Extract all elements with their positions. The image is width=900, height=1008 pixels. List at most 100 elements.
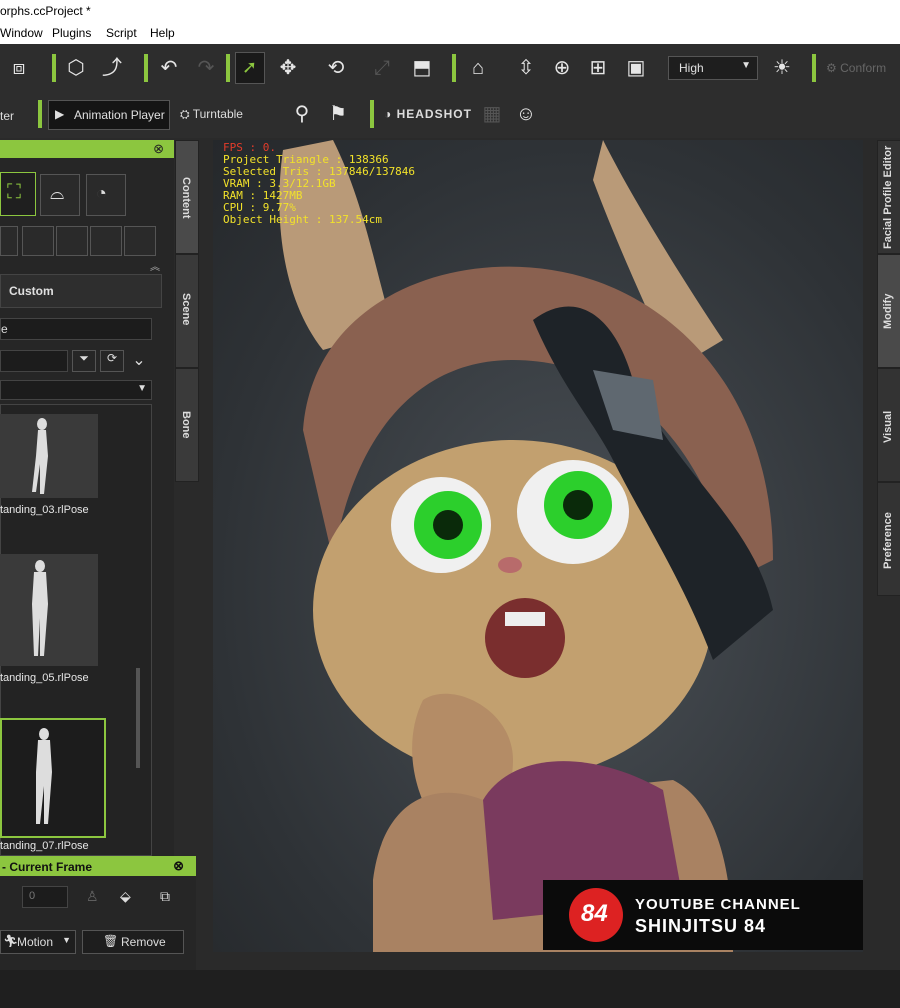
mesh-icon[interactable]: ▦ — [478, 104, 506, 124]
figure-thumbnail-image — [32, 560, 48, 656]
tab-visual-label: Visual — [882, 410, 894, 443]
turntable-button[interactable]: ⛭ Turntable — [180, 107, 243, 122]
fit-height-icon[interactable]: ⇳ — [512, 58, 540, 78]
scene-category-button[interactable]: ⌓ — [40, 174, 80, 216]
remove-label: Remove — [121, 935, 166, 949]
toolbar-separator — [812, 54, 816, 82]
close-icon[interactable]: ⊗ — [173, 858, 184, 874]
fit-icon[interactable]: ⊕ — [548, 58, 576, 78]
sort-select[interactable]: ▼ — [0, 380, 152, 400]
channel-watermark: 84 YOUTUBE CHANNEL SHINJITSU 84 — [543, 880, 863, 950]
select-tool-button[interactable]: ➚ — [235, 52, 265, 84]
tab-content-label: Content — [180, 177, 192, 219]
figure-icon[interactable]: ♙ — [86, 888, 99, 905]
watermark-line1: YOUTUBE CHANNEL — [635, 896, 801, 913]
face-icon[interactable]: ☺ — [512, 104, 540, 124]
toolbar-separator — [38, 100, 42, 128]
frame-icon[interactable]: ⊞ — [584, 58, 612, 78]
watermark-line2: SHINJITSU 84 — [635, 916, 767, 936]
motion-button[interactable]: 🏃︎ Motion ▼ — [0, 930, 76, 954]
chevron-down-icon: ▼ — [741, 60, 751, 71]
conform-button[interactable]: ⚙ Conform — [826, 61, 886, 75]
home-icon[interactable]: ⌂ — [464, 58, 492, 78]
motion-icon: 🏃︎ — [3, 934, 19, 948]
custom-tab-label: Custom — [9, 284, 54, 298]
toolbar-separator — [144, 54, 148, 82]
folder-path-field[interactable]: e — [0, 318, 152, 340]
current-frame-title: - Current Frame — [2, 860, 93, 874]
frame-field[interactable]: 0 — [22, 886, 68, 908]
props-category-button[interactable]: ◔ — [86, 174, 126, 216]
align-icon[interactable]: ⬒ — [408, 58, 436, 78]
character-render — [279, 140, 773, 952]
secondary-toolbar: ter ▶ Animation Player ⛭ Turntable ⚲ ⚑ ◑… — [0, 94, 900, 138]
object-icon[interactable]: ⬡ — [62, 58, 90, 78]
light-icon[interactable]: ☀ — [768, 58, 796, 78]
current-frame-panel: 0 ♙ ⬙ ⧉ 🏃︎ Motion ▼ 🗑︎ Remove — [0, 876, 196, 970]
partial-toolbar-label[interactable]: ter — [0, 109, 14, 123]
pose-file-name: tanding_03.rlPose — [0, 504, 89, 516]
redo-icon[interactable]: ↷ — [192, 58, 220, 78]
toolbar-separator — [370, 100, 374, 128]
animation-player-button[interactable]: ▶ Animation Player — [48, 100, 170, 130]
remove-button[interactable]: 🗑︎ Remove — [82, 930, 184, 954]
skeleton-icon: ⛶ — [7, 181, 21, 203]
channel-logo: 84 — [569, 888, 623, 942]
pose-thumbnail-selected[interactable] — [0, 718, 106, 838]
tab-modify[interactable]: Modify — [877, 254, 900, 368]
search-input[interactable] — [0, 350, 68, 372]
headshot-button[interactable]: ◑ HEADSHOT — [384, 107, 472, 121]
custom-tab[interactable]: Custom — [0, 274, 162, 308]
tab-scene[interactable]: Scene — [175, 254, 199, 368]
chevron-circle-icon[interactable]: ⌄ — [128, 350, 150, 370]
viewport-icon[interactable]: ⧈ — [5, 58, 33, 78]
menu-script[interactable]: Script — [106, 26, 137, 40]
menu-help[interactable]: Help — [150, 26, 175, 40]
tab-content[interactable]: Content — [175, 140, 199, 254]
headshot-icon: ◑ — [384, 107, 393, 121]
logo-text: 84 — [581, 900, 608, 927]
subcategory-slot[interactable] — [0, 226, 18, 256]
scale-icon[interactable]: ⤢ — [368, 58, 396, 78]
menu-plugins[interactable]: Plugins — [52, 26, 91, 40]
arrow-cursor-icon: ➚ — [242, 57, 258, 77]
collapse-icon[interactable]: ︽ — [150, 258, 160, 273]
undo-icon[interactable]: ↶ — [155, 58, 183, 78]
tab-preference[interactable]: Preference — [877, 482, 900, 596]
pose-thumbnail[interactable] — [0, 414, 98, 498]
subcategory-slot[interactable] — [22, 226, 54, 256]
tab-preference-label: Preference — [882, 512, 894, 569]
3d-viewport[interactable]: FPS : 0. Project Triangle : 138366 Selec… — [213, 140, 863, 952]
pose-icon[interactable]: ⤴ — [98, 58, 126, 78]
tab-facial-profile-editor[interactable]: Facial Profile Editor — [877, 140, 900, 254]
toolbar-separator — [452, 54, 456, 82]
pose-category-button[interactable]: ⛶ — [0, 172, 36, 216]
tab-visual[interactable]: Visual — [877, 368, 900, 482]
subcategory-slot[interactable] — [56, 226, 88, 256]
tab-bone[interactable]: Bone — [175, 368, 199, 482]
toolbar-separator — [52, 54, 56, 82]
object-height-stat: Object Height : 137.54cm — [223, 213, 382, 226]
menu-window[interactable]: Window — [0, 26, 43, 40]
render-mode-icon[interactable]: ▣ — [622, 58, 650, 78]
chevron-down-icon: ▼ — [137, 383, 147, 394]
flag-icon[interactable]: ⚑ — [324, 104, 352, 124]
close-icon[interactable]: ⊗ — [153, 141, 164, 157]
rotate-icon[interactable]: ⟲ — [322, 58, 350, 78]
scrollbar[interactable] — [136, 668, 140, 768]
layer-icon[interactable]: ⬙ — [120, 888, 131, 905]
move-icon[interactable]: ✥ — [274, 58, 302, 78]
camera-icon[interactable]: ⚲ — [288, 104, 316, 124]
filter-icon[interactable]: ⏷ — [72, 350, 96, 372]
subcategory-slot[interactable] — [124, 226, 156, 256]
folder-path-text: e — [1, 322, 8, 336]
copy-icon[interactable]: ⧉ — [160, 888, 170, 905]
subcategory-slot[interactable] — [90, 226, 122, 256]
menu-bar: Window Plugins Script Help — [0, 22, 900, 44]
refresh-icon[interactable]: ⟳ — [100, 350, 124, 372]
tab-bone-label: Bone — [180, 411, 192, 439]
quality-select[interactable]: High ▼ — [668, 56, 758, 80]
turntable-icon: ⛭ — [180, 107, 190, 121]
pose-thumbnail[interactable] — [0, 554, 98, 666]
quality-value: High — [679, 61, 704, 75]
